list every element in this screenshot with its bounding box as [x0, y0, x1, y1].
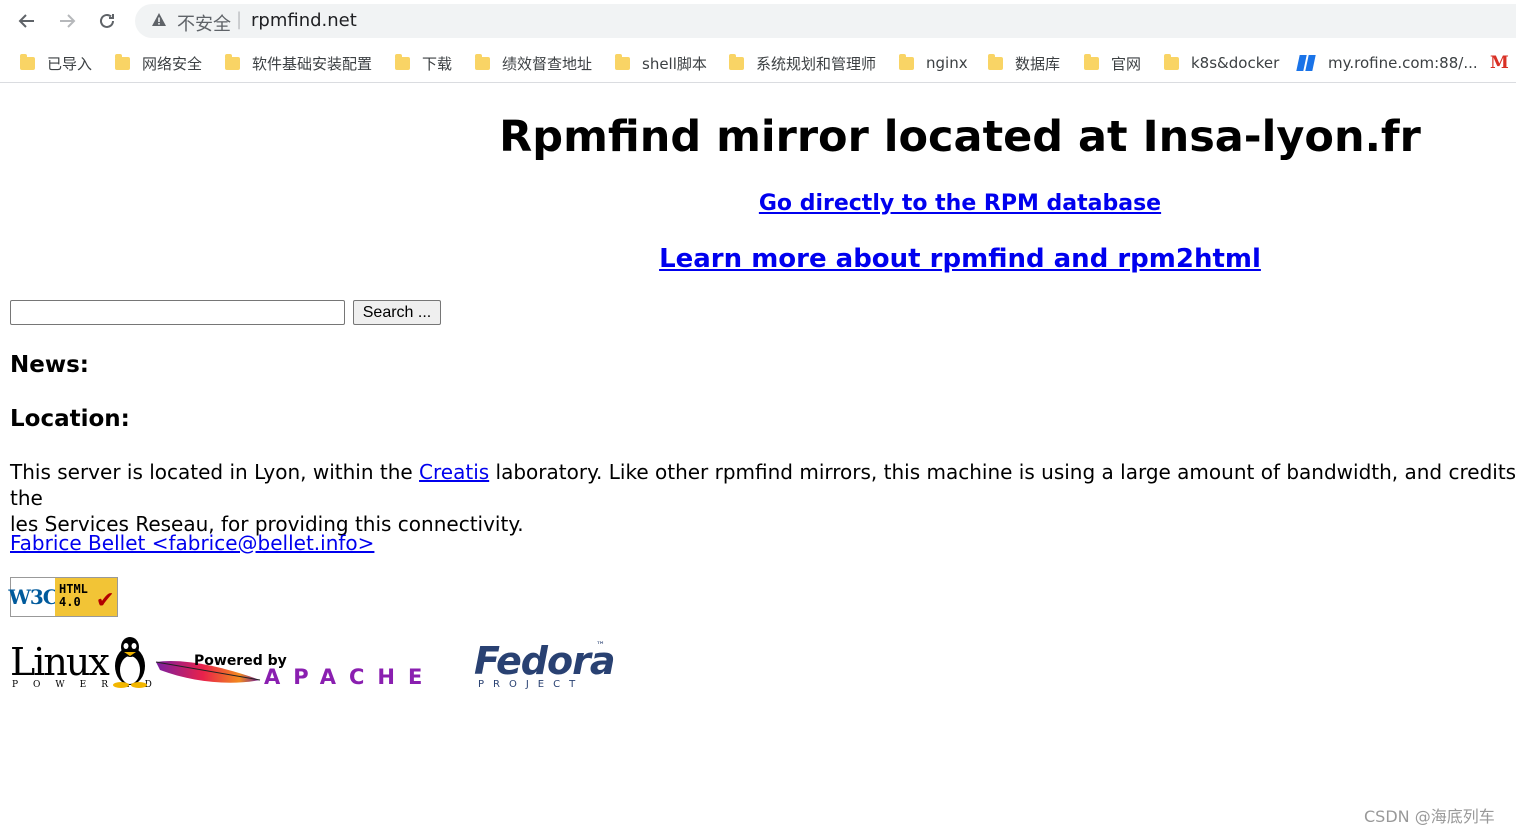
- w3c-html-badge[interactable]: W3C HTML 4.0 ✔: [8, 577, 118, 617]
- folder-icon: [899, 53, 914, 70]
- bookmark-label: 下载: [422, 54, 453, 73]
- linux-logo-text: Linux: [10, 640, 110, 684]
- bookmark-label: 绩效督查地址: [502, 54, 593, 73]
- bookmark-item[interactable]: 网络安全: [115, 53, 202, 73]
- bookmark-label: 软件基础安装配置: [252, 54, 373, 73]
- page-title: Rpmfind mirror located at Insa-lyon.fr: [499, 112, 1421, 162]
- insecure-label: 不安全: [177, 14, 231, 35]
- fedora-trademark: ™: [596, 641, 605, 651]
- bookmark-label: 网络安全: [142, 54, 203, 73]
- url-text[interactable]: rpmfind.net: [251, 10, 357, 31]
- search-input[interactable]: [10, 300, 345, 325]
- database-link-heading: Go directly to the RPM database: [0, 191, 1516, 216]
- learn-link-heading: Learn more about rpmfind and rpm2html: [0, 244, 1516, 274]
- bookmark-item[interactable]: 数据库: [988, 53, 1060, 73]
- address-bar[interactable]: 不安全 | rpmfind.net: [135, 4, 1516, 38]
- bookmark-label: 官网: [1111, 54, 1142, 73]
- folder-icon: [988, 53, 1003, 70]
- folder-icon: [225, 53, 240, 70]
- fedora-project-text: PROJECT: [478, 679, 585, 690]
- checkmark-icon: ✔: [97, 584, 113, 614]
- bookmark-item[interactable]: M: [1490, 53, 1509, 73]
- bookmark-label: 数据库: [1015, 54, 1061, 73]
- folder-icon: [115, 53, 130, 70]
- bookmark-item[interactable]: k8s&docker: [1164, 53, 1279, 73]
- w3c-logo: W3C: [8, 585, 58, 609]
- fedora-project-badge[interactable]: Fedora ™ PROJECT: [474, 639, 615, 693]
- back-arrow-icon[interactable]: [14, 8, 40, 34]
- bookmark-item[interactable]: 系统规划和管理师: [729, 53, 876, 73]
- folder-icon: [615, 53, 630, 70]
- location-paragraph: This server is located in Lyon, within t…: [10, 459, 1516, 537]
- rpm-database-link[interactable]: Go directly to the RPM database: [759, 191, 1161, 216]
- forward-arrow-icon[interactable]: [54, 8, 80, 34]
- rofine-icon: [1296, 55, 1316, 71]
- bookmark-label: nginx: [926, 54, 968, 72]
- bookmark-item[interactable]: nginx: [899, 53, 968, 73]
- watermark: CSDN @海底列车: [1364, 807, 1495, 826]
- creatis-link[interactable]: Creatis: [419, 460, 489, 484]
- bookmark-item[interactable]: 软件基础安装配置: [225, 53, 372, 73]
- bookmark-item[interactable]: 下载: [395, 53, 452, 73]
- w3c-html-label: HTML 4.0 ✔: [55, 578, 117, 616]
- folder-icon: [729, 53, 744, 70]
- location-text: This server is located in Lyon, within t…: [10, 460, 420, 484]
- bookmark-item[interactable]: 官网: [1084, 53, 1141, 73]
- bookmarks-bar: 已导入 网络安全 软件基础安装配置 下载 绩效督查地址 shell脚本 系统规划…: [0, 44, 1516, 83]
- gmail-icon: M: [1490, 53, 1509, 73]
- browser-toolbar: 不安全 | rpmfind.net: [0, 0, 1516, 42]
- author-email-link[interactable]: Fabrice Bellet <fabrice@bellet.info>: [10, 531, 374, 555]
- learn-more-link[interactable]: Learn more about rpmfind and rpm2html: [659, 244, 1261, 274]
- omnibox-separator: |: [236, 9, 243, 30]
- bookmark-label: shell脚本: [642, 54, 707, 73]
- folder-icon: [20, 53, 35, 70]
- linux-powered-badge[interactable]: Linux POWERED: [10, 636, 152, 690]
- bookmark-label: 已导入: [47, 54, 93, 73]
- bookmark-label: 系统规划和管理师: [756, 54, 877, 73]
- folder-icon: [395, 53, 410, 70]
- news-heading: News:: [10, 352, 89, 378]
- folder-icon: [475, 53, 490, 70]
- bookmark-label: k8s&docker: [1191, 54, 1280, 72]
- search-button[interactable]: Search ...: [353, 300, 441, 325]
- folder-icon: [1084, 53, 1099, 70]
- apache-word: APACHE: [264, 665, 436, 689]
- bookmark-item[interactable]: my.rofine.com:88/...: [1296, 53, 1478, 73]
- apache-powered-badge[interactable]: Powered by APACHE: [152, 650, 464, 690]
- bookmark-label: my.rofine.com:88/...: [1328, 54, 1478, 72]
- bookmark-item[interactable]: shell脚本: [615, 53, 707, 73]
- warning-icon[interactable]: [151, 12, 167, 32]
- tux-penguin-icon: [113, 637, 147, 688]
- reload-icon[interactable]: [94, 8, 120, 34]
- folder-icon: [1164, 53, 1179, 70]
- bookmark-item[interactable]: 已导入: [20, 53, 92, 73]
- location-heading: Location:: [10, 406, 130, 432]
- author-line: Fabrice Bellet <fabrice@bellet.info>: [10, 531, 374, 555]
- fedora-logo-text: Fedora: [474, 639, 615, 683]
- bookmark-item[interactable]: 绩效督查地址: [475, 53, 592, 73]
